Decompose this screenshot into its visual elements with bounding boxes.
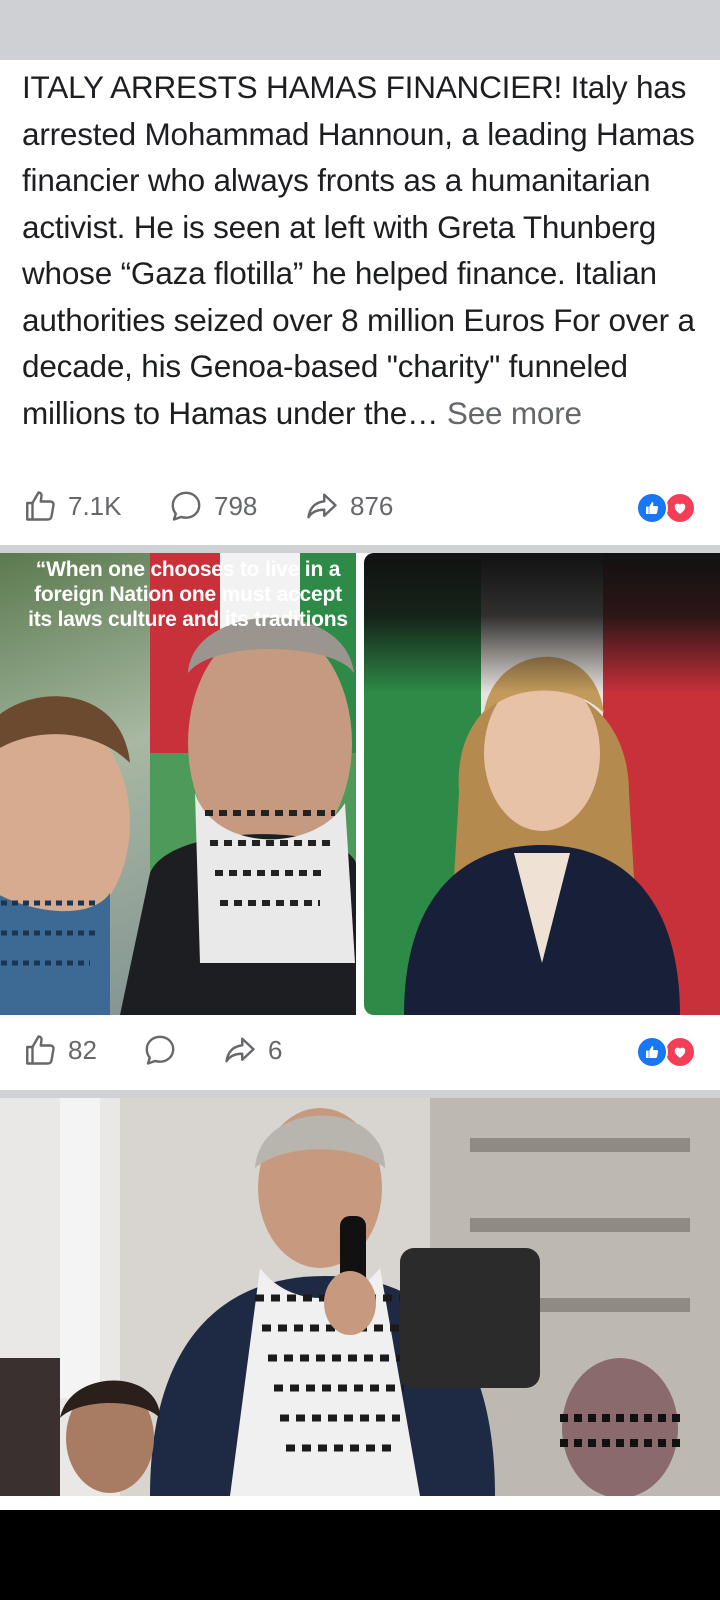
post-action-row: 7.1K 798 876 — [0, 480, 720, 532]
love-reaction-icon — [664, 1036, 696, 1068]
like-reaction-icon — [636, 492, 668, 524]
like-button[interactable]: 7.1K — [22, 488, 122, 524]
post-image-collage[interactable]: “When one chooses to live in a foreign N… — [0, 553, 720, 1015]
image-quote-text: “When one chooses to live in a foreign N… — [28, 558, 348, 631]
share-arrow-icon — [222, 1032, 258, 1068]
like-count: 7.1K — [68, 490, 122, 521]
share-button[interactable]: 876 — [304, 488, 393, 524]
comment-button[interactable]: 798 — [168, 488, 257, 524]
share-count: 6 — [268, 1034, 283, 1065]
see-more-link[interactable]: See more — [447, 395, 582, 431]
share-count: 876 — [350, 490, 394, 521]
photo-meloni-quote — [364, 553, 720, 1015]
share-button[interactable]: 6 — [222, 1032, 282, 1068]
thumbs-up-icon — [22, 1032, 58, 1068]
thumbs-up-icon — [22, 488, 58, 524]
love-reaction-icon — [664, 492, 696, 524]
post-body-text: ITALY ARRESTS HAMAS FINANCIER! Italy has… — [22, 64, 708, 436]
post-image-protest[interactable] — [0, 1098, 720, 1496]
reaction-summary[interactable] — [636, 492, 698, 524]
reaction-summary[interactable] — [636, 1036, 698, 1068]
comment-bubble-icon — [168, 488, 204, 524]
photo-speaker-microphone — [0, 1098, 720, 1496]
post-text-content: ITALY ARRESTS HAMAS FINANCIER! Italy has… — [22, 69, 695, 431]
comment-bubble-icon — [142, 1032, 178, 1068]
like-button[interactable]: 82 — [22, 1032, 97, 1068]
share-arrow-icon — [304, 488, 340, 524]
comment-count: 798 — [214, 490, 258, 521]
post-action-row: 82 6 — [0, 1024, 720, 1076]
system-nav-bar — [0, 1510, 720, 1600]
post-divider — [0, 1090, 720, 1098]
quote-shade — [364, 553, 720, 693]
comment-button[interactable] — [142, 1032, 188, 1068]
post-divider — [0, 545, 720, 553]
like-reaction-icon — [636, 1036, 668, 1068]
status-bar — [0, 0, 720, 60]
like-count: 82 — [68, 1034, 97, 1065]
